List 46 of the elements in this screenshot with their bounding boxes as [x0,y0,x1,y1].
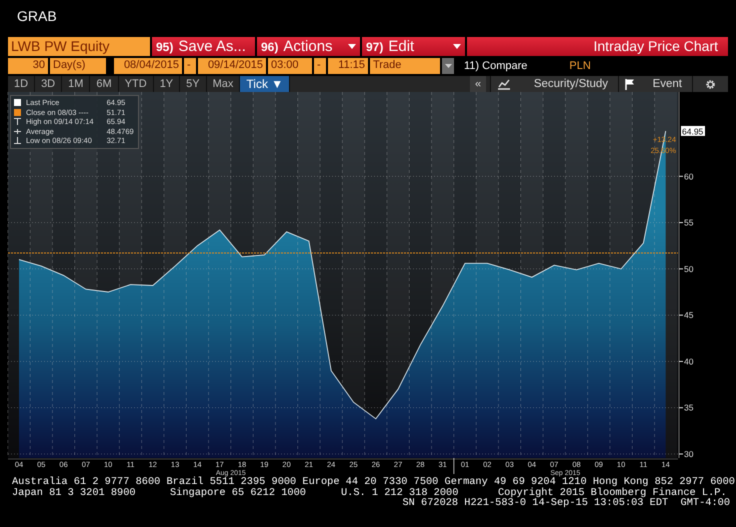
settings-icon [705,78,716,90]
start-date-field[interactable]: 08/04/2015 [114,58,182,74]
y-tick-label: 60 [684,171,694,182]
toolbar-button[interactable]: 95) Save As... [152,37,255,56]
security-field[interactable]: LWB PW Equity [8,37,150,56]
period-tab[interactable]: Tick ▼ [240,76,290,92]
y-tick-label: 30 [684,449,694,459]
settings-button[interactable] [692,76,728,92]
line-chart-icon [497,78,511,90]
end-time-field[interactable]: 11:15 [328,58,368,74]
compare-button[interactable]: 11) Compare [464,58,528,74]
window-title: GRAB [16,7,58,26]
plus-icon [14,128,21,135]
y-tick-label: 40 [684,356,694,366]
tool-button[interactable]: Security/Study [490,76,618,92]
caret-icon [444,64,452,68]
footer-text: U.S. 1 212 318 2000 [341,488,460,498]
footer-text: Japan 81 3 3201 8900 [12,488,137,498]
collapse-button[interactable]: « [470,76,486,92]
square-icon [14,99,21,106]
dropdown-button[interactable] [442,58,454,74]
y-tick-label: 50 [684,264,694,274]
y-tick-label: 45 [684,310,694,320]
currency-label: PLN [569,59,591,74]
y-tick-label: 35 [684,402,694,413]
footer-text: SN 672028 H221-583-0 14-Sep-15 13:05:03 EDT GMT-4:00 [402,498,730,508]
toolbar-button[interactable]: 97) Edit [362,37,465,56]
last-price-tag: 64.95 [681,126,705,136]
chart-name: Intraday Price Chart [467,37,728,56]
y-tick-label: 55 [684,218,694,228]
period-field[interactable]: 30 [8,58,48,74]
flag-icon [625,78,635,90]
footer-text: Singapore 65 6212 1000 [170,488,307,498]
square-icon [14,108,21,116]
end-date-field[interactable]: 09/14/2015 [198,58,266,74]
toolbar-button[interactable]: 96) Actions [257,37,360,56]
field-dropdown[interactable]: Trade [370,58,440,74]
footer-text: Australia 61 2 9777 8600 Brazil 5511 2395 9000 Europe 44 20 7330 7500 Germany 49 69 9204 1210 Hong Kong 852 2977 6000 [12,477,735,488]
high-marker-icon [14,118,21,126]
footer-text: Copyright 2015 Bloomberg Finance L.P. [498,488,727,498]
low-marker-icon [14,137,21,144]
start-time-field[interactable]: 03:00 [268,58,312,74]
period-unit-field[interactable]: Day(s) [50,58,106,74]
separator: - [184,58,196,74]
tool-button[interactable]: Event [618,76,692,92]
separator: - [314,58,326,74]
